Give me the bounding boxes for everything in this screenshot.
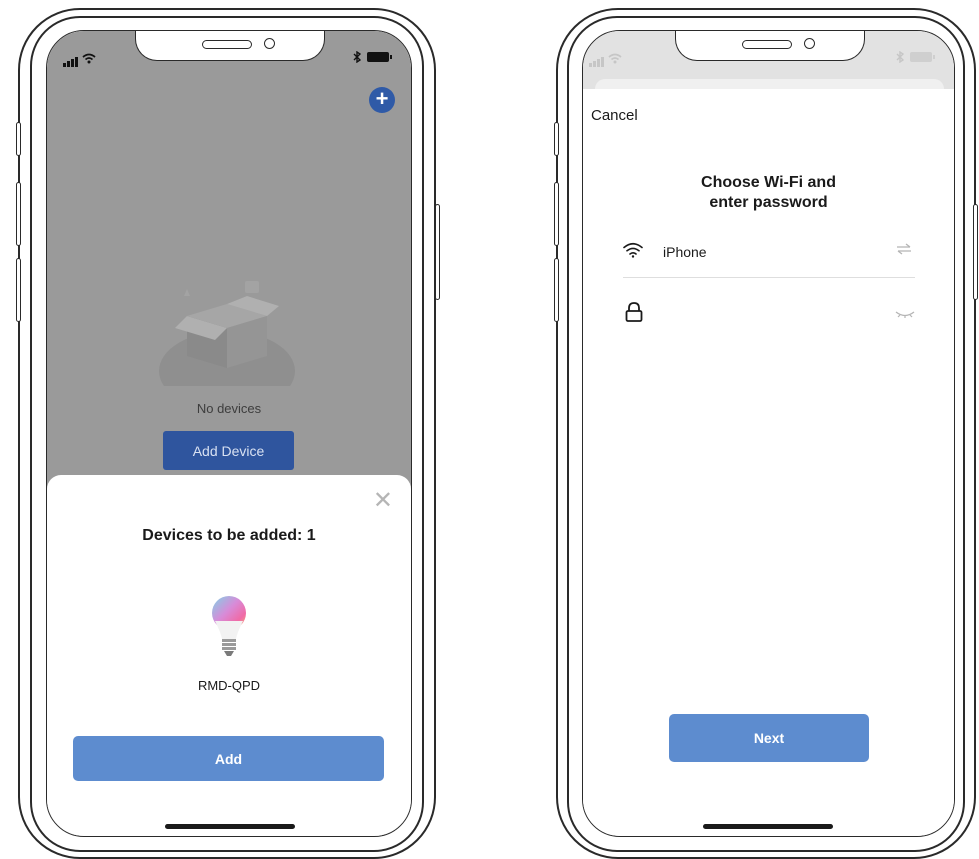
battery-icon xyxy=(910,52,935,62)
battery-icon xyxy=(367,52,392,62)
modal-title: Choose Wi-Fi and enter password xyxy=(583,173,954,213)
close-icon[interactable]: ✕ xyxy=(373,489,393,513)
device-name: RMD-QPD xyxy=(197,678,261,693)
sheet-title: Devices to be added: 1 xyxy=(142,527,316,544)
left-screen: + No devices Add Device ✕ Devices to be … xyxy=(46,30,412,837)
devices-to-add-sheet: ✕ Devices to be added: 1 RMD-QPD Add xyxy=(47,475,411,836)
side-button xyxy=(554,258,559,322)
lock-icon xyxy=(625,302,643,322)
modal-title-line2: enter password xyxy=(709,194,828,211)
side-button xyxy=(16,258,21,322)
signal-icon xyxy=(589,49,605,67)
bluetooth-icon xyxy=(896,51,904,63)
eye-closed-icon[interactable] xyxy=(895,310,915,318)
add-device-button[interactable]: Add Device xyxy=(163,431,294,470)
signal-icon xyxy=(63,49,79,67)
add-plus-button[interactable]: + xyxy=(369,87,395,113)
light-bulb-icon[interactable] xyxy=(209,595,249,665)
side-button xyxy=(554,182,559,246)
status-bar-left xyxy=(63,49,96,67)
status-bar-right xyxy=(896,51,935,63)
right-screen: Cancel Choose Wi-Fi and enter password i… xyxy=(582,30,955,837)
camera xyxy=(264,38,275,49)
password-field[interactable] xyxy=(623,294,915,334)
notch xyxy=(135,31,325,61)
wifi-network-field[interactable]: iPhone xyxy=(623,234,915,278)
empty-state-text: No devices xyxy=(196,401,262,416)
side-button xyxy=(973,204,978,300)
next-button[interactable]: Next xyxy=(669,714,869,762)
wifi-modal: Cancel Choose Wi-Fi and enter password i… xyxy=(583,89,954,836)
wifi-ssid: iPhone xyxy=(663,244,707,260)
bluetooth-icon xyxy=(353,51,361,63)
wifi-icon xyxy=(623,242,643,258)
side-button xyxy=(16,182,21,246)
cancel-button[interactable]: Cancel xyxy=(591,107,638,124)
home-indicator xyxy=(165,824,295,829)
wifi-status-icon xyxy=(82,53,96,63)
speaker xyxy=(202,40,252,49)
notch xyxy=(675,31,865,61)
side-button xyxy=(435,204,440,300)
camera xyxy=(804,38,815,49)
swap-arrows-icon[interactable] xyxy=(895,243,913,255)
status-bar-right xyxy=(353,51,392,63)
wifi-status-icon xyxy=(608,53,622,63)
side-button xyxy=(16,122,21,156)
status-bar-left xyxy=(589,49,622,67)
home-indicator xyxy=(703,824,833,829)
side-button xyxy=(554,122,559,156)
empty-box-illustration xyxy=(159,281,295,386)
speaker xyxy=(742,40,792,49)
modal-title-line1: Choose Wi-Fi and xyxy=(701,174,836,191)
add-button[interactable]: Add xyxy=(73,736,384,781)
